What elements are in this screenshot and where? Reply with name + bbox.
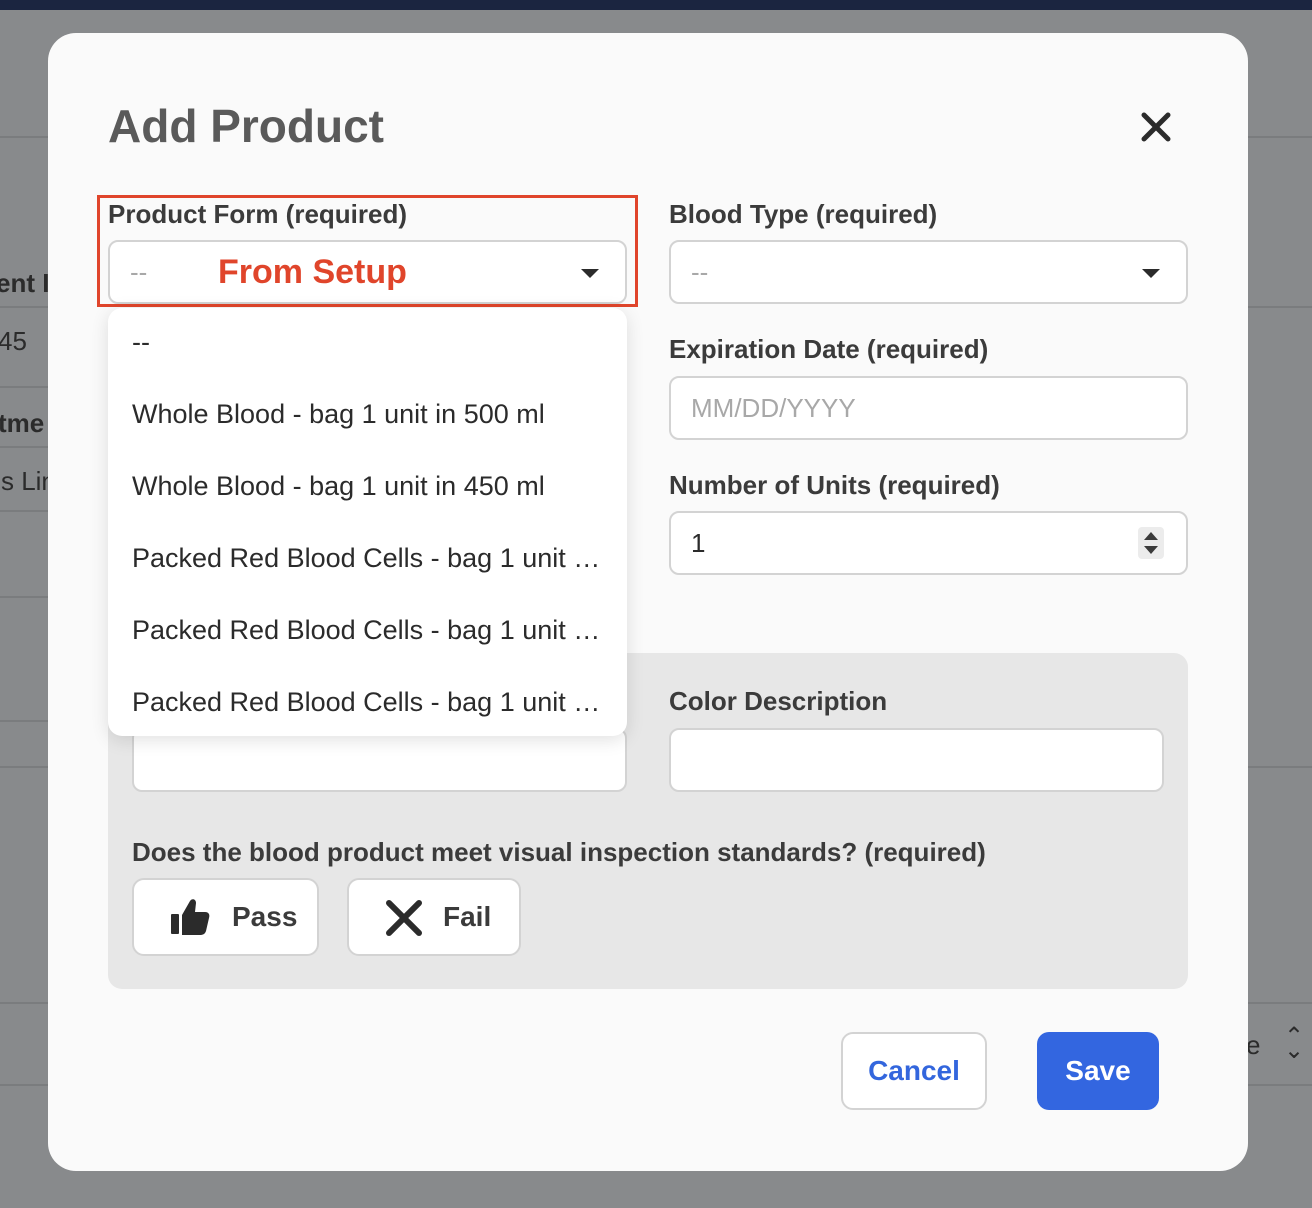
dropdown-option[interactable]: Whole Blood - bag 1 unit in 450 ml	[132, 456, 602, 516]
chevron-down-icon	[581, 269, 599, 278]
dropdown-option[interactable]: Packed Red Blood Cells - bag 1 unit in 2…	[132, 672, 602, 732]
bg-divider	[0, 1084, 48, 1086]
cancel-button[interactable]: Cancel	[841, 1032, 987, 1110]
top-navbar	[0, 0, 1312, 10]
dropdown-option[interactable]: Packed Red Blood Cells - bag 1 unit in 5…	[132, 528, 602, 588]
bg-divider	[0, 720, 48, 722]
product-form-dropdown: -- Whole Blood - bag 1 unit in 500 ml Wh…	[108, 308, 627, 736]
bg-divider	[0, 136, 48, 138]
save-button[interactable]: Save	[1037, 1032, 1159, 1110]
bg-header-fragment: tme	[0, 408, 45, 438]
number-stepper[interactable]	[1138, 527, 1164, 559]
color-description-label: Color Description	[669, 686, 888, 716]
left-text-input[interactable]	[132, 728, 627, 792]
dropdown-option[interactable]: Whole Blood - bag 1 unit in 500 ml	[132, 384, 602, 444]
dropdown-option[interactable]: --	[132, 312, 602, 372]
number-of-units-input[interactable]: 1	[669, 511, 1188, 575]
bg-divider	[1248, 1002, 1312, 1004]
product-form-placeholder: --	[130, 257, 148, 287]
sort-icon: ⌃ ⌄	[1284, 1023, 1305, 1064]
bg-header-fragment: ent I	[0, 268, 50, 298]
thumbs-up-icon	[170, 898, 210, 943]
stepper-up-icon[interactable]	[1144, 532, 1158, 540]
blood-type-label: Blood Type (required)	[669, 199, 938, 229]
chevron-down-icon	[1142, 269, 1160, 278]
fail-button[interactable]: Fail	[347, 878, 521, 956]
close-icon[interactable]	[1136, 107, 1176, 147]
bg-divider	[0, 596, 48, 598]
add-product-modal: Add Product Product Form (required) -- F…	[48, 33, 1248, 1171]
bg-divider	[0, 510, 48, 512]
pass-label: Pass	[232, 901, 298, 932]
bg-divider	[1248, 136, 1312, 138]
bg-cell-fragment: e	[1246, 1030, 1261, 1060]
stepper-down-icon[interactable]	[1144, 546, 1158, 554]
bg-divider	[1248, 306, 1312, 308]
inspection-question: Does the blood product meet visual inspe…	[132, 837, 986, 867]
bg-divider	[0, 386, 48, 388]
bg-divider	[0, 306, 48, 308]
bg-divider	[0, 446, 48, 448]
dropdown-option[interactable]: Packed Red Blood Cells - bag 1 unit in 4…	[132, 600, 602, 660]
expiration-date-placeholder: MM/DD/YYYY	[691, 393, 856, 423]
blood-type-placeholder: --	[691, 257, 709, 287]
pass-button[interactable]: Pass	[132, 878, 319, 956]
color-description-input[interactable]	[669, 728, 1164, 792]
bg-divider	[1248, 766, 1312, 768]
bg-cell-fragment: 45	[0, 326, 27, 356]
expiration-date-input[interactable]: MM/DD/YYYY	[669, 376, 1188, 440]
bg-divider	[1248, 1084, 1312, 1086]
bg-divider	[0, 766, 48, 768]
number-of-units-value: 1	[691, 528, 706, 558]
number-of-units-label: Number of Units (required)	[669, 470, 1000, 500]
bg-divider	[0, 1002, 48, 1004]
fail-label: Fail	[443, 901, 492, 932]
modal-title: Add Product	[108, 100, 384, 152]
x-icon	[385, 899, 423, 944]
product-form-label: Product Form (required)	[108, 199, 408, 229]
expiration-date-label: Expiration Date (required)	[669, 334, 989, 364]
blood-type-select[interactable]: --	[669, 240, 1188, 304]
annotation-label: From Setup	[218, 253, 407, 291]
